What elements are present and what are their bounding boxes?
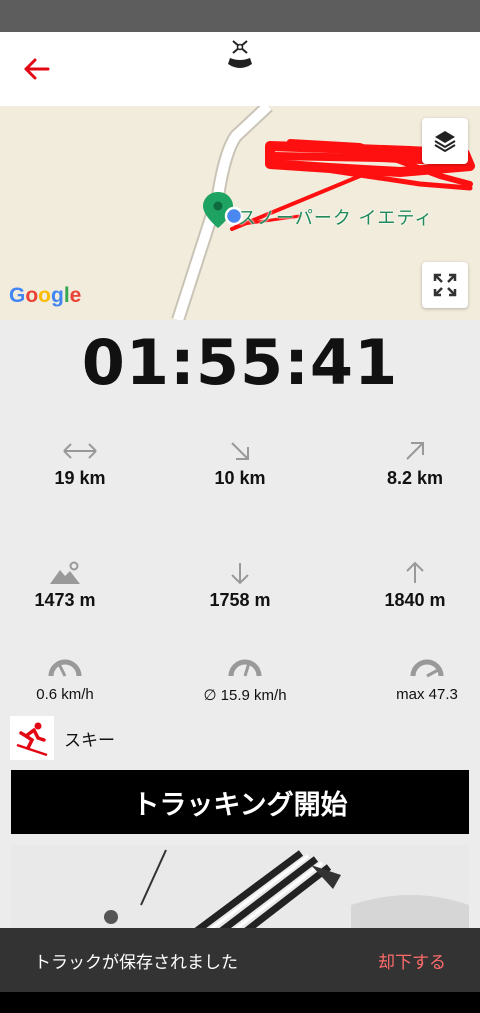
stat-value: 0.6 km/h — [36, 686, 94, 703]
layers-icon — [434, 131, 456, 153]
stat-value: 1840 m — [384, 590, 446, 610]
activity-icon-box — [10, 716, 54, 760]
fullscreen-icon — [433, 273, 457, 297]
stat-value: ∅ 15.9 km/h — [203, 687, 287, 704]
map-place-label: スノーパーク イエティ — [238, 208, 434, 229]
stat-value: 10 km — [214, 468, 266, 488]
activity-label: スキー — [64, 730, 115, 751]
google-logo: Google — [9, 284, 82, 307]
stat-value: max 47.3 — [396, 686, 458, 703]
status-bar — [0, 0, 480, 32]
stat-value: 19 km — [54, 468, 106, 488]
stat-downhill-distance: 10 km — [160, 438, 320, 489]
promo-banner[interactable] — [11, 845, 469, 935]
stat-max-speed: max 47.3 — [347, 654, 480, 703]
stat-ascent: 1840 m — [335, 560, 480, 611]
elapsed-time: 01:55:41 — [81, 326, 399, 399]
altitude-icon — [50, 561, 80, 584]
stat-descent: 1758 m — [160, 560, 320, 611]
start-tracking-button[interactable]: トラッキング開始 — [11, 770, 469, 834]
route-map[interactable]: スノーパーク イエティ Google — [0, 106, 480, 320]
descent-icon — [231, 563, 249, 585]
map-fullscreen-button[interactable] — [422, 262, 468, 308]
stat-altitude: 1473 m — [0, 560, 145, 611]
uphill-distance-icon — [406, 442, 424, 460]
ski-logo-icon — [228, 40, 252, 68]
avg-speed-gauge-icon — [228, 659, 262, 677]
arrow-left-icon — [24, 58, 50, 80]
skier-icon — [16, 722, 48, 757]
ascent-icon — [406, 561, 424, 583]
stat-total-distance: 19 km — [0, 438, 160, 489]
speed-gauge-icon — [48, 659, 82, 677]
snackbar: トラックが保存されました 却下する — [0, 928, 480, 992]
stat-value: 1758 m — [209, 590, 271, 610]
app-logo — [222, 36, 258, 72]
snackbar-message: トラックが保存されました — [34, 952, 238, 973]
app-bar — [0, 32, 480, 106]
stat-average-speed: ∅ 15.9 km/h — [165, 654, 325, 704]
stat-value: 1473 m — [34, 590, 96, 610]
downhill-distance-icon — [231, 442, 249, 460]
activity-selector[interactable]: スキー — [10, 716, 115, 760]
snackbar-dismiss-button[interactable]: 却下する — [378, 948, 446, 973]
stat-current-speed: 0.6 km/h — [0, 654, 145, 703]
system-nav-bar — [0, 992, 480, 1013]
map-layers-button[interactable] — [422, 118, 468, 164]
back-button[interactable] — [20, 54, 54, 84]
horizontal-distance-icon — [63, 443, 97, 459]
promo-image — [11, 845, 469, 935]
stat-value: 8.2 km — [386, 468, 444, 488]
stat-uphill-distance: 8.2 km — [335, 438, 480, 489]
max-speed-gauge-icon — [410, 659, 444, 678]
